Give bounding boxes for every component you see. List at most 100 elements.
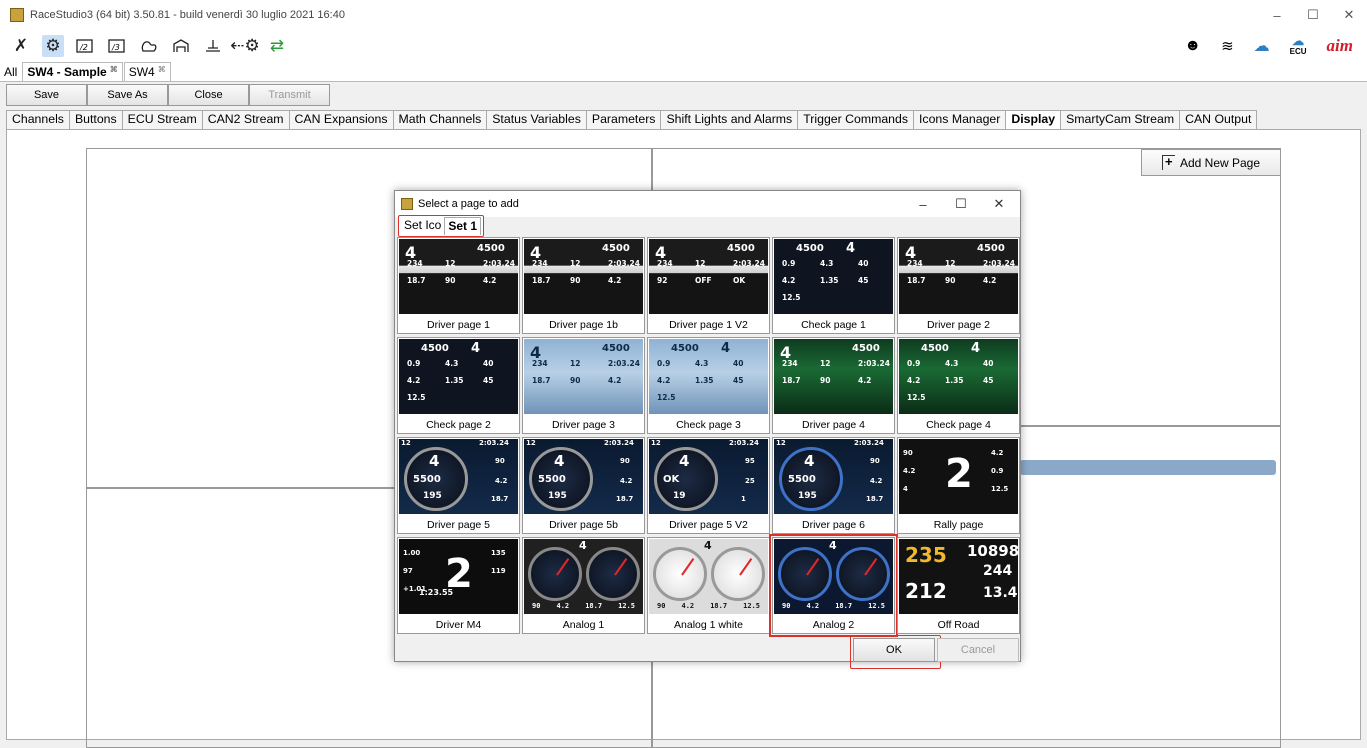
page-value: 234 (407, 259, 423, 268)
dialog-app-icon (401, 198, 413, 210)
page-card[interactable]: 4 4500 0.9 4.3 40 4.2 1.35 45 12.5 Check page 1 (772, 237, 895, 334)
tab-math-channels[interactable]: Math Channels (392, 110, 488, 129)
page-card[interactable]: 4 OK 12 2:03.24 19 95 25 1 Driver page 5 V2 (647, 437, 770, 534)
dialog-maximize-button[interactable]: ☐ (942, 191, 980, 217)
user-icon[interactable]: ☻ (1184, 37, 1201, 55)
page-card[interactable]: 2 90 4.2 4.2 0.9 4 12.5 Rally page (897, 437, 1020, 534)
page-card[interactable]: 2 1:23.55 1.00 135 97 119 +1.01 Driver M4 (397, 537, 520, 634)
page-value: 2:03.24 (483, 259, 515, 268)
page-card[interactable]: 4 90 4.2 18.7 12.5 Analog 1 white (647, 537, 770, 634)
page-value: 1 (741, 495, 746, 503)
cloud-icon[interactable]: ☁ (1254, 36, 1270, 56)
page-slider-bar[interactable] (1020, 460, 1276, 475)
tab-buttons[interactable]: Buttons (68, 110, 123, 129)
page-value: 4500 (602, 343, 630, 354)
gauge-dial (778, 547, 832, 601)
page-value: 90 (657, 602, 666, 610)
wifi-icon[interactable]: ≋ (1221, 37, 1234, 55)
dialog-minimize-button[interactable]: – (904, 191, 942, 217)
page-thumbnail: 4 5500 12 2:03.24 195 90 4.2 18.7 (774, 439, 893, 514)
tab-icons-manager[interactable]: Icons Manager (913, 110, 1007, 129)
tab-ecu-stream[interactable]: ECU Stream (121, 110, 203, 129)
page-card[interactable]: 4 4500 234 12 2:03.24 18.7 90 4.2 Driver page 1b (522, 237, 645, 334)
add-new-page-button[interactable]: + Add New Page (1141, 149, 1281, 176)
tab-sw4[interactable]: SW4 ⌘ (123, 62, 171, 81)
tab-all[interactable]: All (0, 63, 22, 81)
cancel-button[interactable]: Cancel (937, 638, 1019, 662)
page-value: 12.5 (907, 393, 926, 402)
tab-can-expansions[interactable]: CAN Expansions (288, 110, 394, 129)
tab-shift-lights-and-alarms[interactable]: Shift Lights and Alarms (660, 110, 799, 129)
minimize-button[interactable]: – (1259, 0, 1295, 30)
transfer-icon[interactable]: ⇠⚙ (230, 35, 259, 57)
page-value: 4.2 (903, 467, 916, 475)
device-2-icon[interactable]: /2 (74, 35, 96, 57)
page-card[interactable]: 4 90 4.2 18.7 12.5 Analog 2 (769, 534, 898, 637)
tab-set-1[interactable]: Set 1 (444, 217, 482, 235)
tab-status-variables[interactable]: Status Variables (486, 110, 587, 129)
page-card[interactable]: 4 4500 234 12 2:03.24 92 OFF OK Driver page 1 V2 (647, 237, 770, 334)
gauge-needle (681, 558, 695, 576)
page-value: +1.01 (403, 585, 427, 593)
garage-icon[interactable] (170, 35, 192, 57)
close-tab-icon[interactable]: ⌘ (158, 65, 166, 74)
tab-can-output[interactable]: CAN Output (1179, 110, 1258, 129)
gear-settings-icon[interactable]: ⚙ (42, 35, 64, 57)
page-card[interactable]: 4 4500 234 12 2:03.24 18.7 90 4.2 Driver page 3 (522, 337, 645, 434)
command-bar: Save Save As Close Transmit (6, 84, 330, 106)
page-value: 12 (945, 259, 956, 268)
page-value: 4500 (671, 343, 699, 354)
ecu-icon[interactable]: ☁ ECU (1290, 35, 1307, 56)
close-button[interactable]: Close (168, 84, 249, 106)
page-value: 4.3 (945, 359, 959, 368)
page-value: 4.2 (782, 276, 796, 285)
page-card[interactable]: 4 4500 0.9 4.3 40 4.2 1.35 45 12.5 Check page 3 (647, 337, 770, 434)
water-level-icon[interactable] (202, 35, 224, 57)
page-card-label: Check page 3 (676, 419, 741, 431)
gear-value: 4 (721, 341, 731, 356)
page-value: 4 (903, 485, 908, 493)
page-card[interactable]: 4 4500 0.9 4.3 40 4.2 1.35 45 12.5 Check page 4 (897, 337, 1020, 434)
tab-set-ico[interactable]: Set Ico (401, 217, 444, 235)
page-value: 2:03.24 (608, 259, 640, 268)
page-card[interactable]: 235 10898 244 212 13.4 Off Road (897, 537, 1020, 634)
page-thumbnail: 2 1:23.55 1.00 135 97 119 +1.01 (399, 539, 518, 614)
page-card[interactable]: 4 90 4.2 18.7 12.5 Analog 1 (522, 537, 645, 634)
tab-trigger-commands[interactable]: Trigger Commands (797, 110, 915, 129)
page-value: 12 (570, 359, 581, 368)
page-value: 2:03.24 (604, 439, 634, 447)
save-as-button[interactable]: Save As (87, 84, 168, 106)
save-button[interactable]: Save (6, 84, 87, 106)
tab-channels[interactable]: Channels (6, 110, 70, 129)
track-icon[interactable] (138, 35, 160, 57)
ok-button[interactable]: OK (853, 638, 935, 662)
page-thumbnail: 4 90 4.2 18.7 12.5 (524, 539, 643, 614)
transmit-button[interactable]: Transmit (249, 84, 330, 106)
page-card[interactable]: 4 5500 12 2:03.24 195 90 4.2 18.7 Driver page 5b (522, 437, 645, 534)
device-3-icon[interactable]: /3 (106, 35, 128, 57)
page-card[interactable]: 4 5500 12 2:03.24 195 90 4.2 18.7 Driver page 5 (397, 437, 520, 534)
dialog-close-button[interactable]: ✕ (980, 191, 1018, 217)
page-card[interactable]: 4 4500 0.9 4.3 40 4.2 1.35 45 12.5 Check page 2 (397, 337, 520, 434)
download-icon[interactable]: ⇄ (266, 35, 288, 57)
page-value: 4.2 (907, 376, 921, 385)
tab-smartycam-stream[interactable]: SmartyCam Stream (1060, 110, 1181, 129)
page-card[interactable]: 4 4500 234 12 2:03.24 18.7 90 4.2 Driver page 4 (772, 337, 895, 434)
tab-can2-stream[interactable]: CAN2 Stream (201, 110, 290, 129)
page-value: 12.5 (991, 485, 1009, 493)
page-value: 0.9 (407, 359, 421, 368)
maximize-button[interactable]: ☐ (1295, 0, 1331, 30)
page-card[interactable]: 4 5500 12 2:03.24 195 90 4.2 18.7 Driver page 6 (772, 437, 895, 534)
close-tab-icon[interactable]: ⌘ (110, 65, 118, 74)
page-value: OK (663, 474, 680, 485)
wrench-icon[interactable]: ✗ (10, 35, 32, 57)
page-card-label: Driver page 5 V2 (669, 519, 748, 531)
tab-sw4-sample[interactable]: SW4 - Sample ⌘ (22, 62, 123, 81)
page-value: 4500 (421, 343, 449, 354)
tab-display[interactable]: Display (1005, 110, 1062, 129)
page-thumbnail: 4 4500 234 12 2:03.24 18.7 90 4.2 (399, 239, 518, 314)
page-card[interactable]: 4 4500 234 12 2:03.24 18.7 90 4.2 Driver page 2 (897, 237, 1020, 334)
tab-parameters[interactable]: Parameters (585, 110, 662, 129)
page-card[interactable]: 4 4500 234 12 2:03.24 18.7 90 4.2 Driver page 1 (397, 237, 520, 334)
close-window-button[interactable]: ✕ (1331, 0, 1367, 30)
